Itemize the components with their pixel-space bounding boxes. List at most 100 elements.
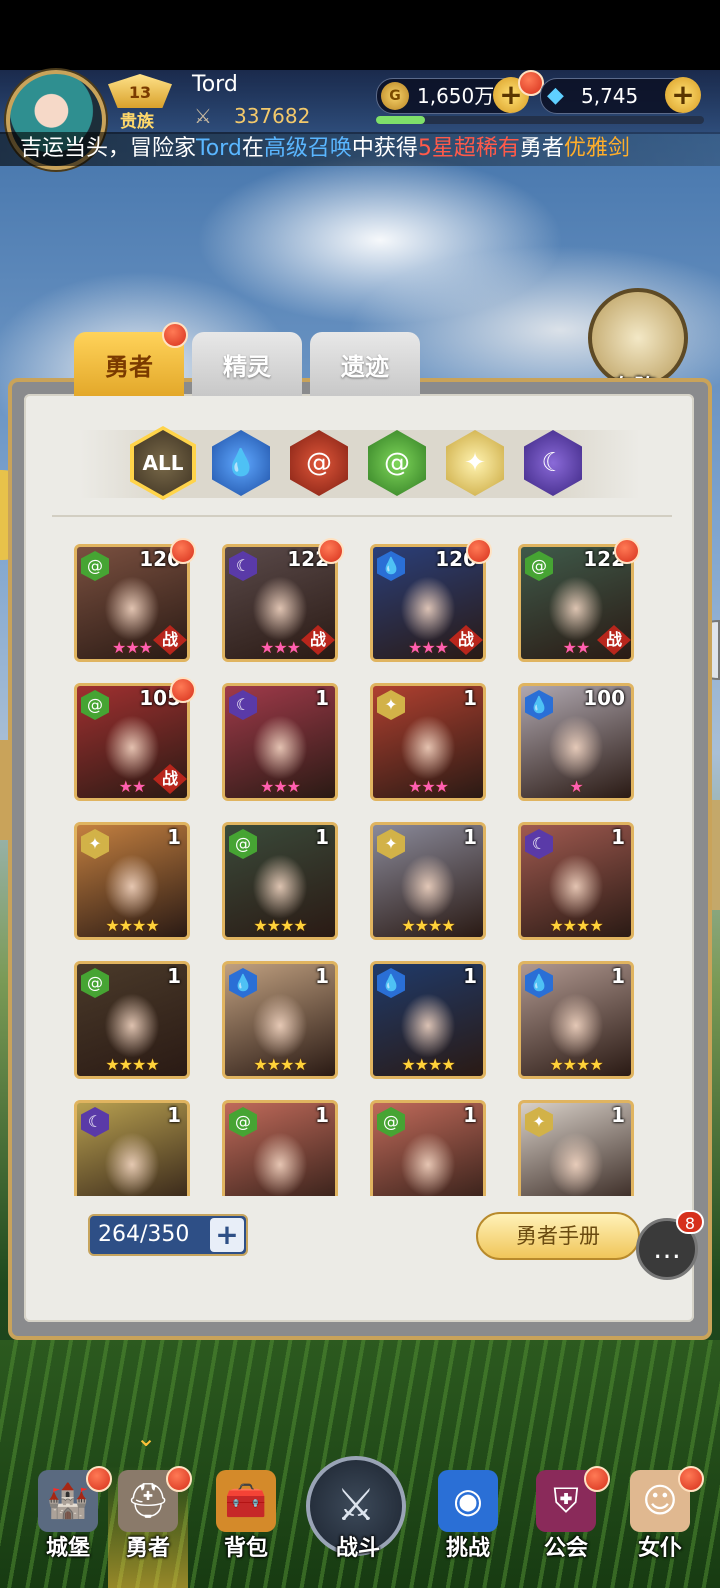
hero-stars: ★★★★ [401, 1055, 455, 1074]
hero-card[interactable]: @122 ★★ 战 [518, 544, 634, 662]
expand-capacity-button[interactable]: + [210, 1218, 244, 1252]
gem-currency: ◆ 5,745 + [540, 77, 701, 114]
hero-card[interactable]: 💧 120 ★★★ 战 [370, 544, 486, 662]
nav-label: 公会 [543, 1535, 588, 1561]
hero-card[interactable]: ✦1★★★★ [74, 822, 190, 940]
dark-element-icon: ☾ [541, 448, 565, 478]
hero-level: 1 [315, 686, 329, 710]
hero-stars: ★★★★ [105, 916, 159, 935]
hero-stars: ★★★★ [373, 1194, 483, 1196]
hero-stars: ★★★★ [225, 1194, 335, 1196]
nav-label: 挑战 [445, 1535, 490, 1561]
announcement-ticker: 吉运当头，冒险家Tord在高级召唤中获得5星超稀有勇者优雅剑 [0, 132, 720, 166]
hero-level: 1 [315, 825, 329, 849]
hero-count: 264/350 [98, 1222, 190, 1247]
nav-castle[interactable]: 🏰 城堡 [28, 1440, 112, 1588]
hero-card[interactable]: ✦1★★★★ [370, 822, 486, 940]
hero-stars: ★★★★ [77, 1194, 187, 1196]
gem-amount: 5,745 [581, 84, 639, 108]
ticker-rarity: 5星超稀有 [417, 136, 520, 161]
hero-level: 1 [167, 825, 181, 849]
nav-guild[interactable]: ⛨ 公会 [526, 1440, 610, 1588]
hero-card[interactable]: @1★★★★ [370, 1100, 486, 1196]
exp-bar [376, 116, 704, 124]
hero-level: 1 [315, 1103, 329, 1127]
add-gem-button[interactable]: + [665, 77, 701, 113]
hero-stars: ★★★★ [549, 1055, 603, 1074]
hero-notification-dot [170, 677, 196, 703]
hero-level: 1 [463, 686, 477, 710]
hero-level: 1 [463, 964, 477, 988]
ticker-text-1: 吉运当头，冒险家 [20, 136, 197, 161]
ticker-hero: 优雅剑 [563, 136, 630, 161]
hero-card[interactable]: @1★★★★ [222, 1100, 338, 1196]
hero-handbook-button[interactable]: 勇者手册 [476, 1212, 640, 1260]
hero-level: 1 [167, 964, 181, 988]
hero-stars: ★★★★ [105, 1055, 159, 1074]
hero-level: 1 [167, 1103, 181, 1127]
nav-bag[interactable]: 🧰 背包 [206, 1440, 286, 1588]
hero-stars: ★★★ [407, 777, 449, 796]
water-element-icon: 💧 [224, 448, 258, 478]
hero-level: 100 [583, 686, 625, 710]
hero-card[interactable]: 💧 100 ★ [518, 683, 634, 801]
nav-challenge[interactable]: ◉ 挑战 [428, 1440, 508, 1588]
hero-stars: ★★★★ [253, 1055, 307, 1074]
hero-capacity: 264/350 + [88, 1214, 248, 1256]
chat-bubble-icon: … [653, 1232, 681, 1265]
ticker-text-4: 勇者 [519, 136, 564, 161]
nav-label: 勇者 [125, 1535, 170, 1561]
hero-card[interactable]: @1★★★★ [74, 961, 190, 1079]
hero-stars: ★★★★ [521, 1194, 631, 1196]
hero-card[interactable]: ☾ 122 ★★★ 战 [222, 544, 338, 662]
gold-amount: 1,650万 [417, 84, 495, 108]
ticker-pool: 高级召唤 [263, 136, 352, 161]
hero-card[interactable]: 💧 1 ★★★★ [370, 961, 486, 1079]
hero-level: 1 [315, 964, 329, 988]
hero-card[interactable]: 💧 1 ★★★★ [222, 961, 338, 1079]
bag-icon: 🧰 [216, 1470, 276, 1532]
challenge-icon: ◉ [438, 1470, 498, 1532]
nav-heroes[interactable]: ⛑ 勇者 [108, 1440, 192, 1588]
hero-card[interactable]: ☾ 1 ★★★ [222, 683, 338, 801]
hero-stars: ★★★★ [549, 916, 603, 935]
hero-level: 1 [463, 825, 477, 849]
hero-level: 1 [611, 825, 625, 849]
hero-card[interactable]: ✦1★★★★ [518, 1100, 634, 1196]
diamond-icon: ◆ [547, 83, 564, 108]
ticker-text-3: 中获得 [351, 136, 418, 161]
player-rank: 贵族 [120, 112, 154, 132]
chat-badge: 8 [676, 1210, 704, 1234]
ticker-text-2: 在 [241, 136, 264, 161]
tab-relics[interactable]: 遗迹 [310, 332, 420, 396]
nav-label: 背包 [223, 1535, 268, 1561]
hero-card[interactable]: ☾1★★★★ [74, 1100, 190, 1196]
gold-currency: G 1,650万 + [376, 77, 529, 114]
nav-notification-dot [584, 1466, 610, 1492]
exp-bar-fill [376, 116, 426, 124]
player-name: Tord [192, 72, 238, 97]
hero-stars: ★★★★ [401, 916, 455, 935]
ticker-player: Tord [196, 136, 242, 161]
hero-card[interactable]: ☾1★★★★ [518, 822, 634, 940]
hero-stars: ★★★ [259, 777, 301, 796]
nav-label: 女仆 [637, 1535, 682, 1561]
hero-card[interactable]: @1★★★★ [222, 822, 338, 940]
nav-battle[interactable]: 战斗 [318, 1440, 398, 1588]
gold-coin-icon: G [381, 82, 409, 110]
tab-spirits[interactable]: 精灵 [192, 332, 302, 396]
nav-maid[interactable]: ☺ 女仆 [620, 1440, 704, 1588]
nav-label: 战斗 [335, 1535, 380, 1561]
tab-heroes-notification-dot [162, 322, 188, 348]
hero-level: 1 [611, 964, 625, 988]
hero-card[interactable]: @105 ★★ 战 [74, 683, 190, 801]
nav-label: 城堡 [45, 1535, 90, 1561]
hero-notification-dot [170, 538, 196, 564]
hero-card[interactable]: ✦ 1 ★★★ [370, 683, 486, 801]
hero-card[interactable]: 💧 1 ★★★★ [518, 961, 634, 1079]
hero-stars: ★★★★ [253, 916, 307, 935]
nav-notification-dot [678, 1466, 704, 1492]
hero-notification-dot [318, 538, 344, 564]
light-element-icon: ✦ [464, 448, 486, 478]
hero-card[interactable]: @120 ★★★ 战 [74, 544, 190, 662]
